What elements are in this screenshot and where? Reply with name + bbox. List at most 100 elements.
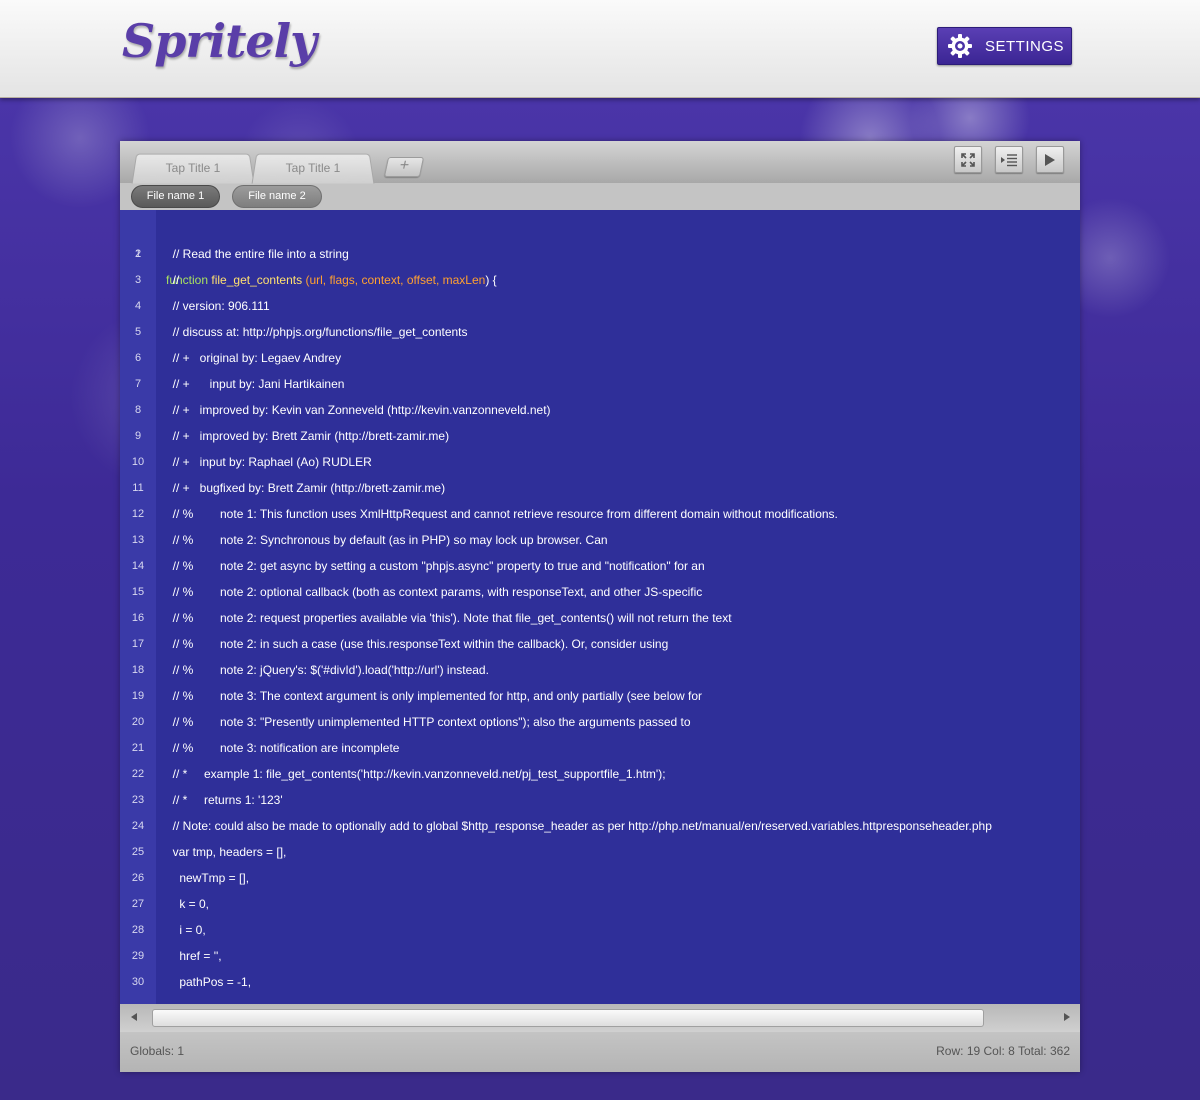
code-line: 22 // * example 1: file_get_contents('ht…: [120, 761, 1080, 787]
gear-icon: [948, 34, 972, 58]
code-line-text: // % note 2: optional callback (both as …: [166, 585, 703, 599]
code-line-text: //: [166, 273, 180, 287]
line-number: 23: [131, 794, 145, 806]
horizontal-scrollbar[interactable]: [120, 1004, 1080, 1032]
code-line-text: // discuss at: http://phpjs.org/function…: [166, 325, 468, 339]
scroll-left-icon[interactable]: [131, 1013, 137, 1021]
code-line: 16 // % note 2: request properties avail…: [120, 605, 1080, 631]
line-number: 13: [131, 534, 145, 546]
line-number: 14: [131, 560, 145, 572]
line-number: 29: [131, 950, 145, 962]
code-line-text: k = 0,: [166, 897, 210, 911]
line-number: 16: [131, 612, 145, 624]
app-logo[interactable]: Spritely: [122, 14, 317, 68]
line-number: 11: [132, 482, 144, 494]
code-line: 13 // % note 2: Synchronous by default (…: [120, 527, 1080, 553]
run-button[interactable]: [1036, 146, 1064, 173]
code-line-text: // % note 1: This function uses XmlHttpR…: [166, 507, 838, 521]
code-line-text: // % note 2: jQuery's: $('#divId').load(…: [166, 663, 489, 677]
code-line-text: // * example 1: file_get_contents('http:…: [166, 767, 666, 781]
code-line: 17 // % note 2: in such a case (use this…: [120, 631, 1080, 657]
code-line-text: // % note 3: The context argument is onl…: [166, 689, 703, 703]
line-number: 21: [131, 742, 145, 754]
code-lines: 1 function file_get_contents (url, flags…: [120, 215, 1080, 995]
line-number: 4: [134, 300, 142, 312]
scrollbar-thumb[interactable]: [152, 1009, 984, 1027]
line-number: 27: [131, 898, 145, 910]
indent-button[interactable]: [995, 146, 1023, 173]
line-number: 10: [131, 456, 145, 468]
line-number: 26: [131, 872, 145, 884]
code-line: 23 // * returns 1: '123': [120, 787, 1080, 813]
code-line: 19 // % note 3: The context argument is …: [120, 683, 1080, 709]
code-editor[interactable]: 1 function file_get_contents (url, flags…: [120, 210, 1080, 1004]
code-line-text: // * returns 1: '123': [166, 793, 283, 807]
code-line: 9 // + improved by: Brett Zamir (http://…: [120, 423, 1080, 449]
code-line-text: // + original by: Legaev Andrey: [166, 351, 342, 365]
fullscreen-button[interactable]: [954, 146, 982, 173]
code-line: 20 // % note 3: "Presently unimplemented…: [120, 709, 1080, 735]
code-line-text: // version: 906.111: [166, 299, 270, 313]
tab-2[interactable]: Tap Title 1: [254, 153, 372, 183]
line-number: 25: [131, 846, 145, 858]
code-line-text: // + improved by: Kevin van Zonneveld (h…: [166, 403, 551, 417]
line-number: 12: [131, 508, 145, 520]
fullscreen-icon: [961, 152, 975, 167]
code-line: 28 i = 0,: [120, 917, 1080, 943]
line-number: 3: [134, 274, 142, 286]
settings-label: SETTINGS: [985, 37, 1065, 55]
file-tab-2[interactable]: File name 2: [232, 185, 322, 208]
code-line-text: // Read the entire file into a string: [166, 247, 349, 261]
code-line: 1 function file_get_contents (url, flags…: [120, 215, 1080, 287]
code-line-text: // % note 2: request properties availabl…: [166, 611, 732, 625]
code-line: 26 newTmp = [],: [120, 865, 1080, 891]
code-line: 24 // Note: could also be made to option…: [120, 813, 1080, 839]
code-line: 4 // version: 906.111: [120, 293, 1080, 319]
code-line: 7 // + input by: Jani Hartikainen: [120, 371, 1080, 397]
code-line-text: // + improved by: Brett Zamir (http://br…: [166, 429, 450, 443]
line-number: 7: [134, 378, 142, 390]
code-line-text: // % note 3: "Presently unimplemented HT…: [166, 715, 691, 729]
code-line: 18 // % note 2: jQuery's: $('#divId').lo…: [120, 657, 1080, 683]
code-line: 11 // + bugfixed by: Brett Zamir (http:/…: [120, 475, 1080, 501]
code-line: 30 pathPos = -1,: [120, 969, 1080, 995]
tab-1[interactable]: Tap Title 1: [134, 153, 252, 183]
code-line-text: // % note 2: in such a case (use this.re…: [166, 637, 669, 651]
scroll-right-icon[interactable]: [1064, 1013, 1070, 1021]
line-number: 18: [131, 664, 145, 676]
code-line: 6 // + original by: Legaev Andrey: [120, 345, 1080, 371]
file-tab-1[interactable]: File name 1: [131, 185, 220, 208]
code-line-text: i = 0,: [166, 923, 206, 937]
line-number: 28: [131, 924, 145, 936]
code-line-text: // + input by: Jani Hartikainen: [166, 377, 345, 391]
line-number: 6: [134, 352, 142, 364]
code-line-text: // % note 2: get async by setting a cust…: [166, 559, 705, 573]
code-line: 14 // % note 2: get async by setting a c…: [120, 553, 1080, 579]
settings-button[interactable]: SETTINGS: [937, 27, 1072, 65]
line-number: 22: [131, 768, 145, 780]
code-line: 27 k = 0,: [120, 891, 1080, 917]
code-line: 12 // % note 1: This function uses XmlHt…: [120, 501, 1080, 527]
code-line-text: var tmp, headers = [],: [166, 845, 287, 859]
code-line-text: href = '',: [166, 949, 222, 963]
line-number: 24: [131, 820, 145, 832]
code-line: 5 // discuss at: http://phpjs.org/functi…: [120, 319, 1080, 345]
add-tab-button[interactable]: +: [383, 157, 425, 177]
editor-panel: Tap Title 1 Tap Title 1 + File name 1 Fi…: [120, 141, 1080, 1072]
status-bar: Globals: 1 Row: 19 Col: 8 Total: 362: [120, 1032, 1080, 1072]
line-number: 17: [131, 638, 145, 650]
code-line: 2 // Read the entire file into a string: [120, 241, 1080, 267]
indent-icon: [1001, 153, 1017, 166]
code-line: 8 // + improved by: Kevin van Zonneveld …: [120, 397, 1080, 423]
line-number: 20: [131, 716, 145, 728]
line-number: 2: [134, 248, 142, 260]
line-number: 5: [134, 326, 142, 338]
code-line-text: // + bugfixed by: Brett Zamir (http://br…: [166, 481, 446, 495]
line-number: 30: [131, 976, 145, 988]
line-number: 8: [134, 404, 142, 416]
app-header: Spritely SETTINGS: [0, 0, 1200, 98]
cursor-position-status: Row: 19 Col: 8 Total: 362: [936, 1044, 1070, 1058]
file-bar: File name 1 File name 2: [120, 183, 1080, 210]
code-line: 29 href = '',: [120, 943, 1080, 969]
code-line-text: // + input by: Raphael (Ao) RUDLER: [166, 455, 372, 469]
